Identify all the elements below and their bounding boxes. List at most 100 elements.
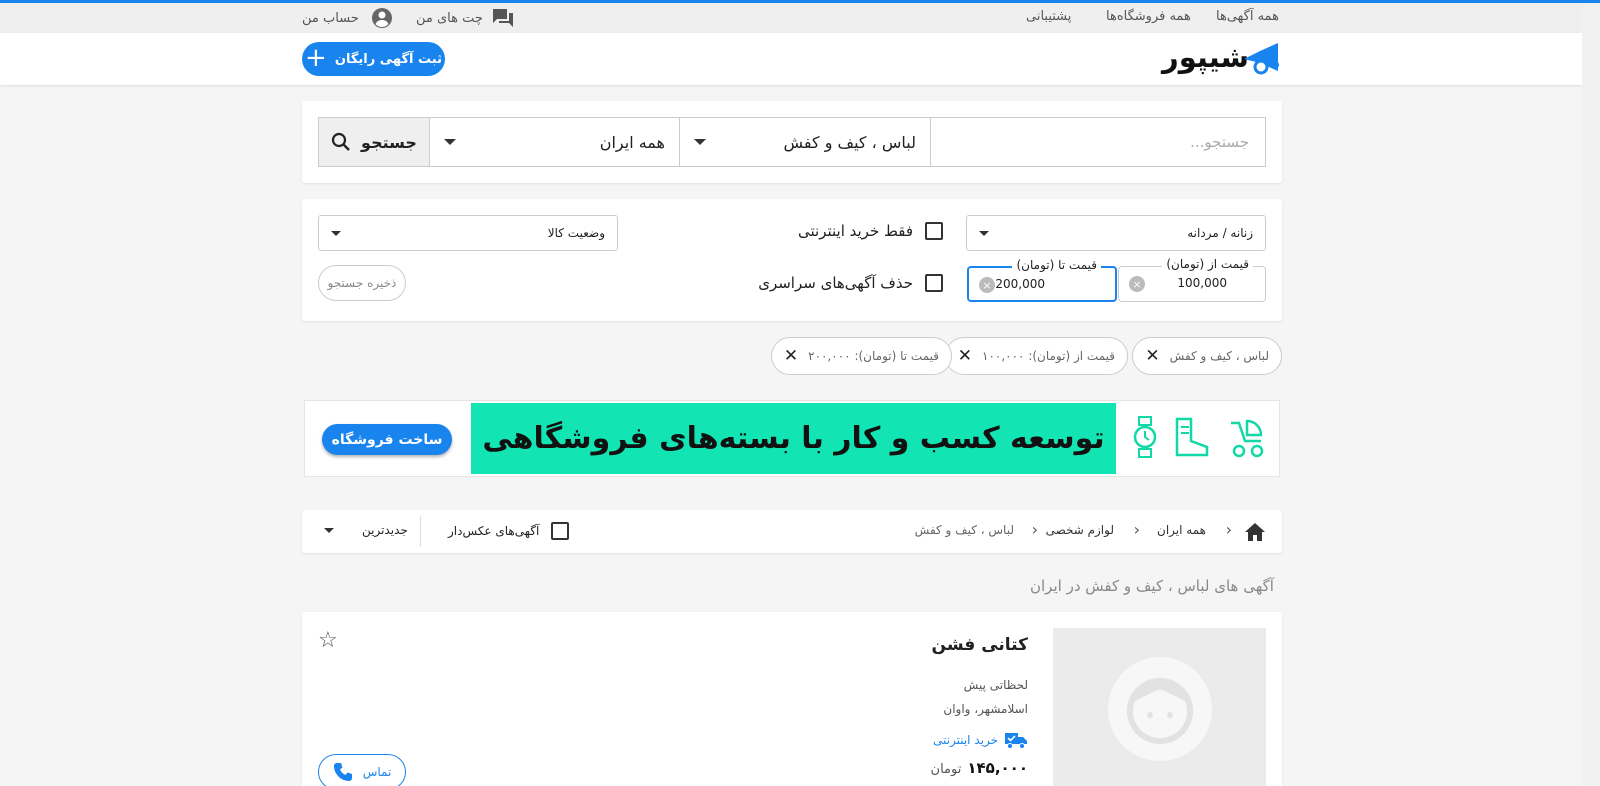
chevron-down-icon	[694, 139, 706, 145]
stroller-icon	[1231, 419, 1264, 458]
all-stores-link[interactable]: همه فروشگاه‌ها	[1106, 9, 1191, 24]
listing-location: اسلامشهر، واوان	[943, 702, 1028, 716]
chip-label: قیمت از (تومان): ۱۰۰,۰۰۰	[982, 349, 1115, 363]
search-placeholder: جستجو...	[1190, 133, 1249, 151]
listing-card[interactable]: کتانی فشن لحظاتی پیش اسلامشهر، واوان خری…	[302, 612, 1282, 786]
condition-value: وضعیت کالا	[547, 226, 605, 240]
condition-select[interactable]: وضعیت کالا	[318, 215, 618, 251]
price-to-label: قیمت تا (تومان)	[1012, 258, 1101, 272]
divider	[420, 516, 421, 547]
create-store-button[interactable]: ساخت فروشگاه	[322, 424, 452, 455]
call-label: تماس	[362, 765, 392, 779]
price-from-value: 100,000	[1177, 276, 1227, 290]
breadcrumb-bar: ‹ همه ایران ‹ لوازم شخصی ‹ لباس ، کیف و …	[302, 510, 1282, 553]
price-value: ۱۴۵,۰۰۰	[967, 759, 1028, 777]
account-link[interactable]: حساب من	[302, 7, 393, 29]
chevron-down-icon	[444, 139, 456, 145]
close-icon[interactable]: ✕	[958, 346, 972, 366]
chevron-left-icon: ‹	[1225, 520, 1232, 539]
sort-select[interactable]: جدیدترین	[324, 523, 408, 537]
chevron-down-icon	[324, 527, 334, 533]
filter-card: زنانه / مردانه فقط خرید اینترنتی وضعیت ک…	[302, 199, 1282, 321]
watch-icon	[1133, 416, 1157, 458]
filter-chip-price-from[interactable]: قیمت از (تومان): ۱۰۰,۰۰۰ ✕	[944, 337, 1128, 375]
location-select[interactable]: همه ایران	[429, 117, 680, 167]
online-purchase-label: خرید اینترنتی	[933, 733, 998, 747]
photo-only-label: آگهی‌های عکس‌دار	[448, 524, 540, 538]
location-value: همه ایران	[599, 132, 665, 152]
listing-title[interactable]: کتانی فشن	[932, 635, 1028, 655]
chip-label: قیمت تا (تومان): ۲۰۰,۰۰۰	[808, 349, 939, 363]
price-to-field[interactable]: قیمت تا (تومان) 200,000 ×	[967, 258, 1117, 302]
account-icon	[371, 8, 392, 28]
gender-select[interactable]: زنانه / مردانه	[966, 215, 1266, 251]
online-only-label: فقط خرید اینترنتی	[797, 222, 913, 240]
price-currency: تومان	[930, 762, 962, 777]
post-ad-button[interactable]: + ثبت آگهی رایگان	[302, 42, 445, 76]
chats-link[interactable]: چت های من	[416, 7, 515, 29]
category-value: لباس ، کیف و کفش	[783, 132, 916, 152]
checkbox-box[interactable]	[925, 222, 943, 240]
price-to-value: 200,000	[995, 277, 1045, 291]
logo-text: شیپور	[1162, 40, 1250, 74]
page-title: آگهی های لباس ، کیف و کفش در ایران	[1030, 577, 1274, 595]
home-icon[interactable]	[1244, 522, 1266, 542]
listing-thumbnail[interactable]	[1053, 628, 1266, 786]
clear-circle-icon[interactable]: ×	[979, 277, 995, 293]
chevron-down-icon	[979, 230, 989, 236]
placeholder-avatar-icon	[1108, 657, 1212, 761]
close-icon[interactable]: ✕	[1145, 346, 1159, 366]
filter-chip-category[interactable]: لباس ، کیف و کفش ✕	[1132, 337, 1282, 375]
search-button[interactable]: جستجو	[318, 117, 430, 167]
breadcrumb-personal[interactable]: لوازم شخصی	[1046, 523, 1114, 537]
close-icon[interactable]: ✕	[784, 346, 798, 366]
horn-logo-icon	[1244, 43, 1279, 75]
breadcrumb-all-iran[interactable]: همه ایران	[1157, 523, 1206, 537]
remove-nationwide-label: حذف آگهی‌های سراسری	[758, 274, 913, 292]
online-purchase-badge: خرید اینترنتی	[933, 730, 1028, 750]
remove-nationwide-checkbox[interactable]: حذف آگهی‌های سراسری	[758, 274, 943, 292]
save-search-button[interactable]: ذخیره جستجو	[318, 265, 406, 301]
search-input[interactable]: جستجو...	[930, 117, 1266, 167]
header: شیپور + ثبت آگهی رایگان	[0, 33, 1582, 85]
support-link[interactable]: پشتیبانی	[1026, 9, 1071, 24]
filter-chip-price-to[interactable]: قیمت تا (تومان): ۲۰۰,۰۰۰ ✕	[770, 337, 952, 375]
listing-price: ۱۴۵,۰۰۰ تومان	[931, 759, 1028, 777]
chip-label: لباس ، کیف و کفش	[1169, 349, 1269, 363]
logo[interactable]: شیپور	[1160, 33, 1284, 85]
chats-label: چت های من	[416, 10, 483, 26]
chevron-down-icon	[331, 230, 341, 236]
search-card: جستجو... لباس ، کیف و کفش همه ایران جستج…	[302, 101, 1282, 183]
search-button-label: جستجو	[361, 132, 417, 152]
breadcrumb-clothing: لباس ، کیف و کفش	[914, 523, 1014, 537]
sort-value: جدیدترین	[362, 523, 408, 537]
checkbox-box[interactable]	[551, 522, 570, 540]
gender-value: زنانه / مردانه	[1187, 226, 1253, 240]
post-ad-label: ثبت آگهی رایگان	[334, 51, 442, 67]
plus-icon: +	[305, 42, 327, 73]
photo-only-checkbox[interactable]: آگهی‌های عکس‌دار	[448, 522, 570, 540]
top-bar: همه آگهی‌ها همه فروشگاه‌ها پشتیبانی چت ه…	[0, 3, 1582, 33]
chevron-left-icon: ‹	[1031, 520, 1038, 539]
clear-circle-icon[interactable]: ×	[1129, 276, 1145, 292]
star-outline-icon[interactable]: ☆	[318, 628, 338, 653]
boot-icon	[1175, 417, 1209, 457]
all-ads-link[interactable]: همه آگهی‌ها	[1216, 9, 1279, 24]
chevron-left-icon: ‹	[1133, 520, 1140, 539]
scrollbar[interactable]	[1582, 3, 1600, 786]
search-icon	[331, 132, 350, 151]
call-button[interactable]: تماس	[318, 754, 406, 786]
category-select[interactable]: لباس ، کیف و کفش	[679, 117, 931, 167]
listing-time: لحظاتی پیش	[963, 678, 1028, 692]
chat-icon	[492, 9, 513, 27]
banner-icons	[1131, 415, 1267, 459]
banner-headline: توسعه کسب و کار با بسته‌های فروشگاهی	[471, 403, 1116, 474]
account-label: حساب من	[302, 10, 359, 26]
phone-icon	[333, 763, 352, 781]
delivery-truck-icon	[1005, 733, 1027, 749]
checkbox-box[interactable]	[925, 274, 943, 292]
price-from-field[interactable]: قیمت از (تومان) 100,000 ×	[1118, 257, 1266, 302]
store-banner[interactable]: توسعه کسب و کار با بسته‌های فروشگاهی ساخ…	[304, 400, 1280, 477]
price-from-label: قیمت از (تومان)	[1162, 257, 1253, 271]
online-only-checkbox[interactable]: فقط خرید اینترنتی	[798, 222, 943, 240]
